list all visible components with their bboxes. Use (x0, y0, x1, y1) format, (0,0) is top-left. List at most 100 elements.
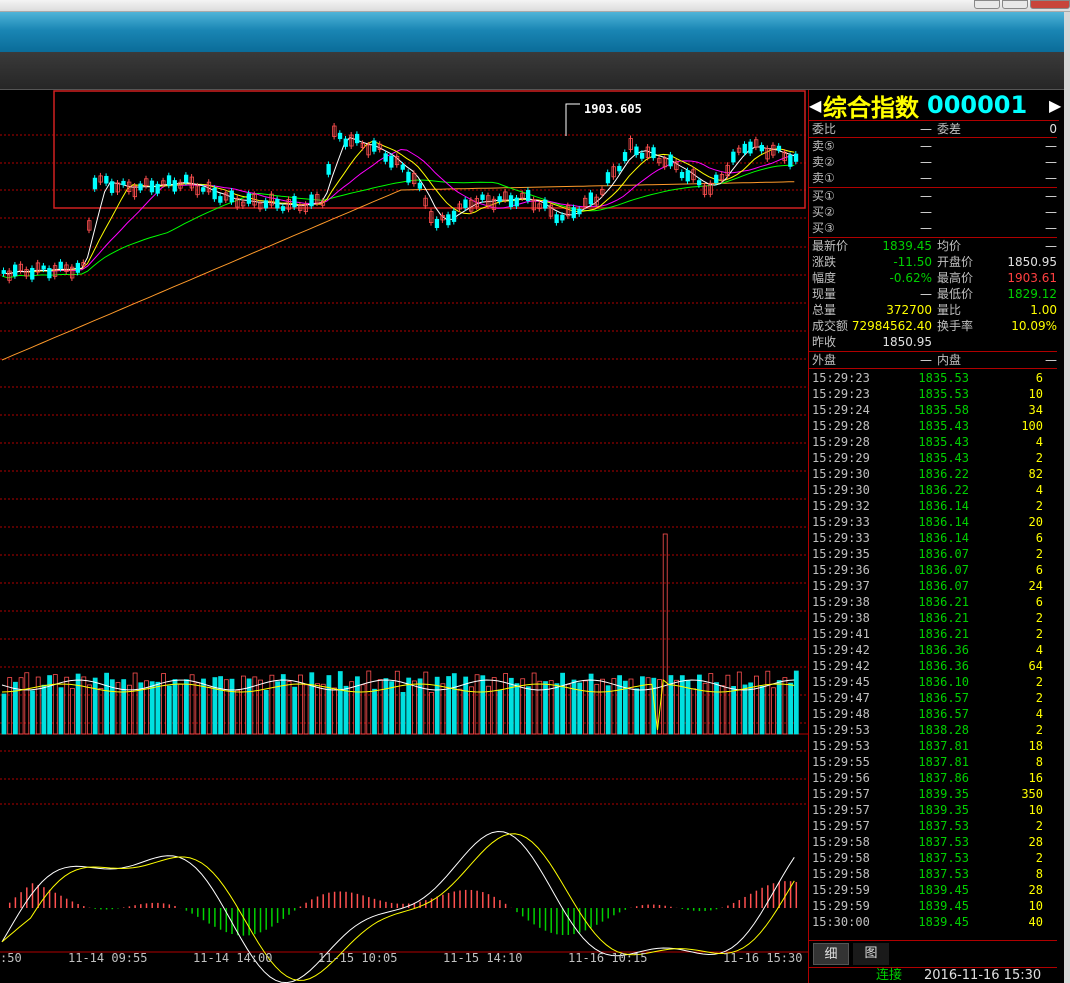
x-axis-tick-label: :50 (0, 951, 22, 965)
tick-volume: 18 (1028, 739, 1043, 753)
ma60-line (1, 164, 795, 279)
candle-body (776, 145, 782, 151)
volume-bar (446, 676, 452, 735)
volume-bar (725, 674, 731, 735)
stat-label: 现量 (812, 287, 837, 301)
level-volume: — (1045, 205, 1057, 219)
tick-volume: 6 (1035, 371, 1043, 385)
candle-body (543, 199, 548, 209)
candle-body (372, 140, 377, 152)
tick-volume: 2 (1035, 675, 1043, 689)
tick-time: 15:29:57 (812, 819, 870, 833)
volume-bar (372, 688, 377, 735)
volume-bar (132, 672, 138, 735)
level-label: 卖② (812, 155, 835, 169)
candle-body (212, 187, 217, 200)
tick-price: 1835.43 (918, 451, 969, 465)
volume-bar (714, 682, 719, 735)
tick-row: 15:29:57 1839.35 10 (809, 802, 1057, 818)
tick-row: 15:29:42 1836.36 4 (809, 642, 1057, 658)
volume-bar (759, 685, 765, 735)
tick-row: 15:30:00 1839.45 40 (809, 914, 1057, 930)
chart-canvas[interactable]: 1903.605:50 11-14 09:55 11-14 14:00 11-15 1… (0, 90, 808, 983)
tick-price: 1837.86 (918, 771, 969, 785)
volume-bar (223, 679, 229, 735)
volume-bar (400, 692, 406, 735)
tick-price: 1836.10 (918, 675, 969, 689)
volume-bar (634, 688, 640, 735)
tick-row: 15:29:23 1835.53 6 (809, 370, 1057, 386)
tick-time: 15:30:00 (812, 915, 870, 929)
tick-price: 1836.21 (918, 627, 969, 641)
tick-row: 15:29:37 1836.07 24 (809, 578, 1057, 594)
tick-row: 15:29:53 1838.28 2 (809, 722, 1057, 738)
candle-body (172, 180, 177, 192)
volume-bar (765, 670, 771, 735)
tick-volume: 34 (1028, 403, 1043, 417)
prev-stock-arrow-icon[interactable]: ◀ (809, 96, 821, 115)
candle-body (138, 183, 143, 191)
tick-row: 15:29:42 1836.36 64 (809, 658, 1057, 674)
tick-row: 15:29:36 1836.07 6 (809, 562, 1057, 578)
candle-body (47, 268, 52, 279)
stat-value: 1850.95 (1007, 255, 1057, 269)
next-stock-arrow-icon[interactable]: ▶ (1049, 96, 1061, 115)
candle-body (697, 180, 702, 186)
volume-bar (280, 674, 286, 735)
tick-time: 15:29:35 (812, 547, 870, 561)
candle-body (640, 152, 645, 159)
volume-bar (440, 683, 446, 735)
candle-body (617, 165, 622, 172)
volume-bar (662, 533, 668, 735)
maximize-button[interactable] (1002, 0, 1028, 9)
tick-price: 1835.43 (918, 419, 969, 433)
candle-body (508, 195, 514, 208)
volume-bar (685, 680, 691, 735)
tick-time: 15:29:23 (812, 387, 870, 401)
tick-volume: 4 (1035, 483, 1043, 497)
candle-body (622, 152, 628, 162)
kline-chart[interactable]: 1903.605:50 11-14 09:55 11-14 14:00 11-15 1… (0, 90, 808, 983)
candle-body (343, 138, 348, 147)
tick-volume: 8 (1035, 755, 1043, 769)
volume-bar (793, 670, 799, 735)
tick-row: 15:29:38 1836.21 6 (809, 594, 1057, 610)
candle-body (326, 164, 331, 175)
tick-price: 1839.35 (918, 787, 969, 801)
stat-value: — (920, 287, 932, 301)
x-axis-tick-label: 11-14 09:55 (68, 951, 147, 965)
volume-bar (240, 675, 246, 735)
volume-bar (731, 686, 736, 735)
tick-price: 1835.43 (918, 435, 969, 449)
tick-row: 15:29:24 1835.58 34 (809, 402, 1057, 418)
level-volume: — (1045, 155, 1057, 169)
tick-row: 15:29:45 1836.10 2 (809, 674, 1057, 690)
volume-bar (104, 672, 109, 735)
tick-row: 15:29:57 1837.53 2 (809, 818, 1057, 834)
tick-row: 15:29:38 1836.21 2 (809, 610, 1057, 626)
candle-body (480, 194, 485, 200)
volume-bar (81, 676, 87, 735)
stat-row: 涨跌 -11.50 开盘价 1850.95 (809, 254, 1057, 270)
candle-body (183, 174, 189, 183)
level-label: 卖⑤ (812, 139, 835, 153)
candle-body (793, 153, 799, 162)
stat-value: -11.50 (893, 255, 932, 269)
tick-price: 1837.53 (918, 851, 969, 865)
level-volume: — (1045, 221, 1057, 235)
candle-body (383, 153, 388, 162)
close-button[interactable] (1030, 0, 1070, 9)
tick-row: 15:29:59 1839.45 10 (809, 898, 1057, 914)
candle-body (451, 210, 457, 222)
candle-body (434, 218, 440, 228)
tab-detail[interactable]: 细 (813, 943, 849, 965)
inner-value: — (1045, 353, 1057, 367)
tick-row: 15:29:58 1837.53 8 (809, 866, 1057, 882)
tab-chart[interactable]: 图 (853, 943, 889, 965)
candle-body (679, 172, 685, 179)
volume-bar (679, 675, 685, 735)
volume-bar (463, 676, 469, 735)
volume-bar (201, 678, 206, 735)
minimize-button[interactable] (974, 0, 1000, 9)
tick-time: 15:29:47 (812, 691, 870, 705)
